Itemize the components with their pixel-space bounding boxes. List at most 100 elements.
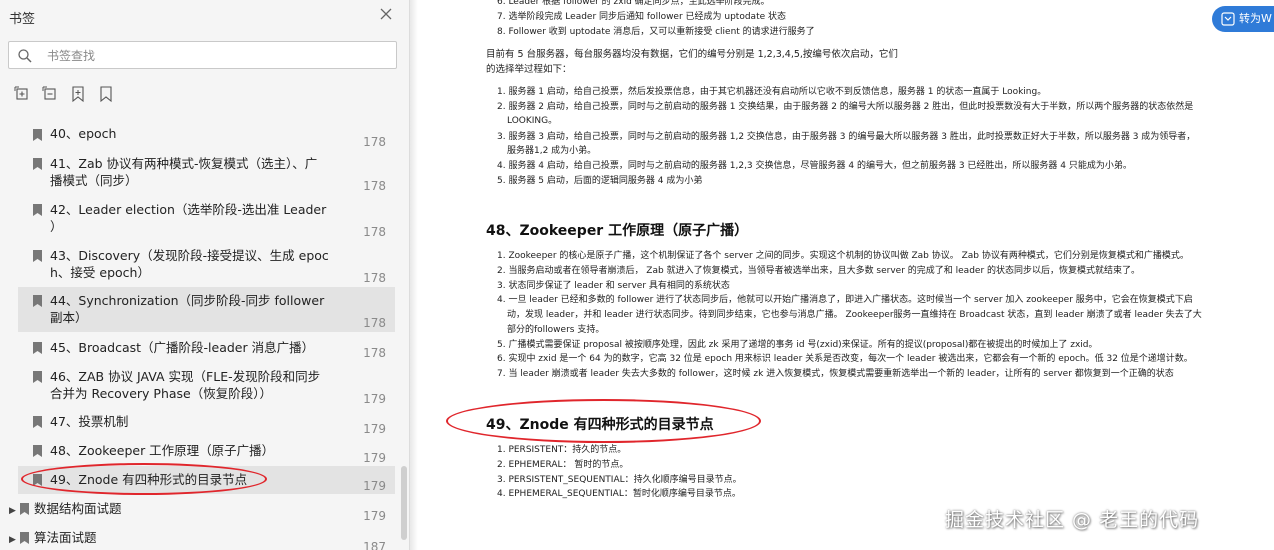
bookmark-item[interactable]: 43、Discovery（发现阶段-接受提议、生成 epoc h、接受 epoc… [18,246,395,286]
bookmark-icon [33,250,42,262]
doc-heading-48: 48、Zookeeper 工作原理（原子广播） [486,223,749,239]
bookmark-icon [20,503,29,515]
doc-list-line: 4. 服务器 4 启动，给自己投票，同时与之前启动的服务器 1,2,3 交换信息… [497,161,1132,171]
doc-list-line: LOOKING。 [507,116,558,126]
bookmark-label: 43、Discovery（发现阶段-接受提议、生成 epoc [50,248,329,263]
doc-list-line: 服务器1,2 成为小弟。 [507,146,597,156]
page-number: 179 [363,451,386,465]
page-number: 179 [363,509,386,523]
doc-list-line: 2. 服务器 2 启动，给自己投票，同时与之前启动的服务器 1 交换结果，由于服… [497,102,1194,112]
bookmark-icon [33,416,42,428]
bookmark-label: 40、epoch [50,126,117,141]
bookmark-label: 数据结构面试题 [34,501,122,516]
doc-paragraph: 的选择举过程如下： [486,64,572,75]
doc-list-line: 2. 当服务启动或者在领导者崩溃后， Zab 就进入了恢复模式，当领导者被选举出… [497,266,1141,276]
bookmark-item[interactable]: 40、epoch 178 [18,122,395,149]
bookmark-list: 40、epoch 178 41、Zab 协议有两种模式-恢复模式（选主）、广 播… [0,120,400,550]
doc-list-line: 5. 广播模式需要保证 proposal 被按顺序处理，因此 zk 采用了递增的… [497,340,1098,350]
bookmark-label: 46、ZAB 协议 JAVA 实现（FLE-发现阶段和同步 [50,369,321,384]
bookmark-label: 49、Znode 有四种形式的目录节点 [50,472,248,487]
bookmark-label: 48、Zookeeper 工作原理（原子广播） [50,443,275,458]
page-number: 179 [363,422,386,436]
expand-all-icon[interactable] [13,85,31,103]
doc-list-line: 2. EPHEMERAL： 暂时的节点。 [497,460,629,470]
doc-list-line: 4. 一旦 leader 已经和多数的 follower 进行了状态同步后，他就… [497,295,1193,305]
document-page: 6. Leader 根据 follower 的 zxid 确定同步点，至此选举阶… [418,0,1274,550]
page-number: 187 [363,540,386,550]
bookmark-item[interactable]: 41、Zab 协议有两种模式-恢复模式（选主）、广 播模式（同步） 178 [18,153,395,193]
page-number: 178 [363,346,386,360]
bookmark-item[interactable]: 42、Leader election（选举阶段-选出准 Leader ） 178 [18,200,395,240]
bookmark-label: 42、Leader election（选举阶段-选出准 Leader [50,202,327,217]
doc-list-line: 3. 服务器 3 启动，给自己投票，同时与之前启动的服务器 1,2 交换信息，由… [497,132,1196,142]
doc-list-line: 1. PERSISTENT：持久的节点。 [497,445,627,455]
bookmark-icon [33,129,42,141]
doc-list-line: 3. PERSISTENT_SEQUENTIAL：持久化顺序编号目录节点。 [497,475,742,485]
bookmark-icon [33,371,42,383]
close-icon[interactable] [378,6,394,22]
panel-title: 书签 [9,12,36,27]
bookmark-item[interactable]: 47、投票机制 179 [18,413,395,437]
bookmark-item-top[interactable]: ▶ 算法面试题 187 [0,529,395,550]
watermark: 掘金技术社区 @ 老王的代码 [945,509,1200,531]
bookmark-label-cont: 副本） [50,310,88,325]
bookmark-label-cont: 合并为 Recovery Phase（恢复阶段）） [50,386,272,401]
page-number: 179 [363,392,386,406]
bookmark-label: 47、投票机制 [50,414,129,429]
doc-list-line: 3. 状态同步保证了 leader 和 server 具有相同的系统状态 [497,281,730,291]
page-number: 178 [363,316,386,330]
collapse-all-icon[interactable] [41,85,59,103]
bookmark-item[interactable]: 48、Zookeeper 工作原理（原子广播） 179 [18,442,395,466]
bookmark-icon [33,295,42,307]
doc-list-line: 4. EPHEMERAL_SEQUENTIAL：暂时化顺序编号目录节点。 [497,489,741,499]
page-number: 178 [363,225,386,239]
bookmark-label-cont: ） [50,219,63,234]
expand-caret-icon[interactable]: ▶ [9,532,16,549]
bookmark-label: 41、Zab 协议有两种模式-恢复模式（选主）、广 [50,156,318,171]
doc-list-line: 8. Follower 收到 uptodate 消息后，又可以重新接受 clie… [497,27,815,37]
bookmark-search[interactable] [8,41,397,69]
doc-list-line: 1. 服务器 1 启动，给自己投票，然后发投票信息，由于其它机器还没有启动所以它… [497,87,1047,97]
search-icon [18,49,32,63]
bookmark-icon [33,204,42,216]
bookmark-label: 45、Broadcast（广播阶段-leader 消息广播） [50,340,315,355]
page-number: 178 [363,179,386,193]
bookmark-label: 44、Synchronization（同步阶段-同步 follower [50,293,325,308]
bookmark-icon [33,158,42,170]
bookmark-icon [33,445,42,457]
doc-list-line: 部分的followers 支持。 [507,325,605,335]
doc-list-line: 1. Zookeeper 的核心是原子广播，这个机制保证了各个 server 之… [497,251,1189,261]
doc-heading-49: 49、Znode 有四种形式的目录节点 [486,417,714,433]
bookmark-panel: 书签 40、epoch [0,0,410,550]
bookmark-item-selected[interactable]: 49、Znode 有四种形式的目录节点 179 [18,466,395,494]
page-number: 179 [363,479,386,493]
doc-list-line: 7. 选举阶段完成 Leader 同步后通知 follower 已经成为 upt… [497,12,786,22]
search-input[interactable] [45,46,389,66]
bookmark-icon [33,342,42,354]
page-gutter [410,0,418,550]
convert-to-word-button[interactable]: 转为W [1212,6,1274,32]
bookmark-label-cont: h、接受 epoch） [50,265,150,280]
page-number: 178 [363,271,386,285]
bookmark-label-cont: 播模式（同步） [50,173,138,188]
doc-list-line: 动，发现 leader，并和 leader 进行状态同步。待到同步结束，它也参与… [507,310,1202,320]
add-bookmark-icon[interactable] [69,85,87,103]
bookmark-item-top[interactable]: ▶ 数据结构面试题 179 [0,500,395,524]
word-convert-icon [1221,12,1235,26]
bookmark-icon[interactable] [97,85,115,103]
doc-list-line: 6. 实现中 zxid 是一个 64 为的数字，它高 32 位是 epoch 用… [497,354,1193,364]
bookmark-item[interactable]: 44、Synchronization（同步阶段-同步 follower 副本） … [18,287,395,332]
bookmark-label: 算法面试题 [34,530,97,545]
doc-list-line: 6. Leader 根据 follower 的 zxid 确定同步点，至此选举阶… [497,0,770,7]
scrollbar-thumb[interactable] [401,466,407,540]
bookmark-icon [33,474,42,486]
expand-caret-icon[interactable]: ▶ [9,503,16,520]
convert-label: 转为W [1239,12,1272,25]
bookmark-item[interactable]: 46、ZAB 协议 JAVA 实现（FLE-发现阶段和同步 合并为 Recove… [18,367,395,407]
doc-list-line: 5. 服务器 5 启动，后面的逻辑同服务器 4 成为小弟 [497,176,703,186]
doc-list-line: 7. 当 leader 崩溃或者 leader 失去大多数的 follower，… [497,369,1174,379]
bookmark-icon [20,532,29,544]
doc-paragraph: 目前有 5 台服务器，每台服务器均没有数据，它们的编号分别是 1,2,3,4,5… [486,49,898,60]
page-number: 178 [363,135,386,149]
bookmark-item[interactable]: 45、Broadcast（广播阶段-leader 消息广播） 178 [18,338,395,362]
